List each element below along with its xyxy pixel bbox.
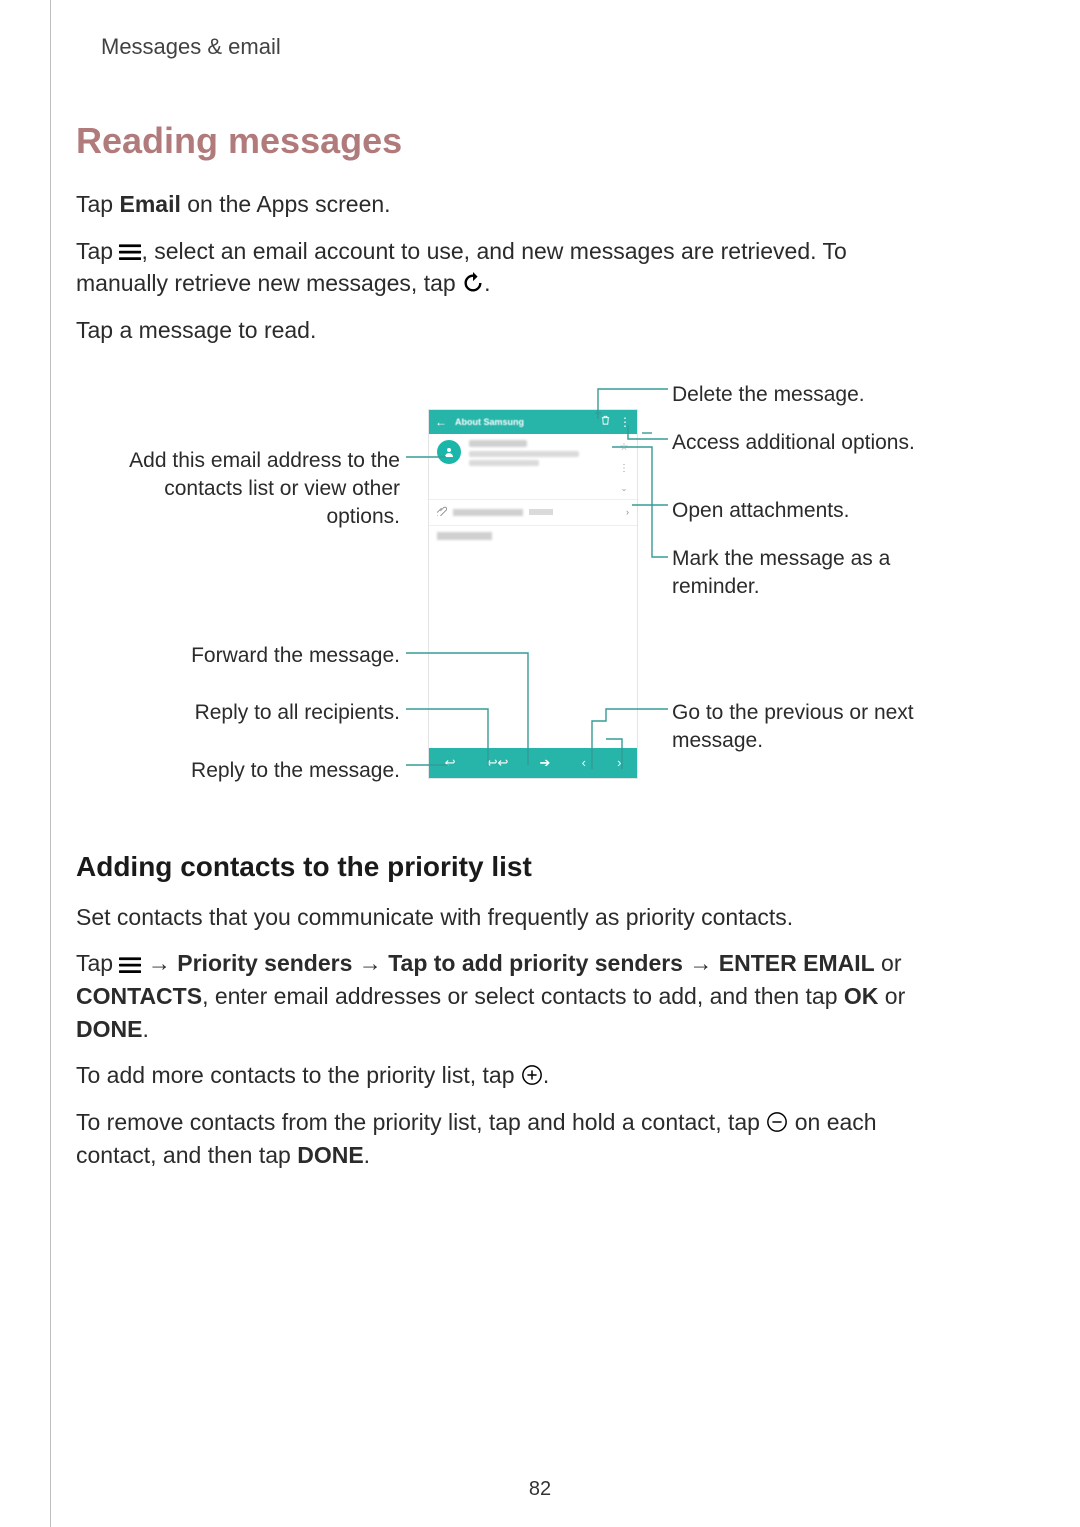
back-icon[interactable]: ←	[435, 415, 447, 429]
bold-text: ENTER EMAIL	[719, 950, 875, 976]
remove-circle-icon	[766, 1109, 788, 1129]
chevron-right-icon[interactable]: ›	[626, 507, 629, 517]
text: .	[364, 1142, 370, 1168]
paragraph-add-more: To add more contacts to the priority lis…	[76, 1059, 924, 1092]
phone-screenshot: ← About Samsung ⋮ ☆ ⋮ ⌄	[428, 409, 638, 779]
paragraph-tap-to-read: Tap a message to read.	[76, 314, 924, 347]
message-screen-diagram: ← About Samsung ⋮ ☆ ⋮ ⌄	[76, 369, 976, 789]
page-number: 82	[0, 1478, 1080, 1501]
callout-reminder: Mark the message as a reminder.	[672, 545, 932, 602]
add-circle-icon	[521, 1062, 543, 1082]
attachment-size-blur	[529, 509, 553, 515]
address-blur	[469, 451, 579, 457]
paragraph-priority-steps: Tap → Priority senders → Tap to add prio…	[76, 947, 924, 1045]
callout-attachments: Open attachments.	[672, 497, 849, 525]
avatar[interactable]	[437, 440, 461, 464]
callout-forward: Forward the message.	[184, 642, 400, 670]
paragraph-remove: To remove contacts from the priority lis…	[76, 1106, 924, 1171]
text: To add more contacts to the priority lis…	[76, 1062, 521, 1088]
paragraph-priority-intro: Set contacts that you communicate with f…	[76, 901, 924, 934]
text: Tap	[76, 191, 119, 217]
menu-icon	[119, 238, 141, 258]
bold-text: DONE	[76, 1016, 142, 1042]
app-bar-title: About Samsung	[455, 417, 524, 427]
reply-all-icon[interactable]: ↩↩	[487, 755, 509, 771]
body-blur	[437, 532, 492, 540]
date-blur	[469, 460, 539, 466]
text: .	[543, 1062, 549, 1088]
text: or	[875, 950, 902, 976]
subsection-title: Adding contacts to the priority list	[76, 851, 924, 883]
page-content: Messages & email Reading messages Tap Em…	[0, 0, 1000, 1171]
paperclip-icon	[437, 506, 447, 519]
menu-icon	[119, 950, 141, 970]
more-icon[interactable]: ⋮	[619, 415, 631, 429]
callout-delete: Delete the message.	[672, 381, 865, 409]
phone-app-bar: ← About Samsung ⋮	[429, 410, 637, 434]
page-margin-rule	[50, 0, 51, 1527]
expand-icon[interactable]: ⌄	[621, 484, 628, 493]
next-icon[interactable]: ›	[617, 755, 621, 770]
arrow-text: →	[352, 950, 388, 976]
sender-block	[469, 440, 579, 466]
callout-add-contact: Add this email address to the contacts l…	[98, 447, 400, 532]
text: To remove contacts from the priority lis…	[76, 1109, 766, 1135]
bold-text: Priority senders	[177, 950, 352, 976]
sender-name-blur	[469, 440, 527, 447]
callout-options: Access additional options.	[672, 429, 915, 457]
forward-icon[interactable]: ➔	[540, 755, 551, 771]
text: Tap	[76, 950, 119, 976]
arrow-text: →	[683, 950, 719, 976]
callout-prev-next: Go to the previous or next message.	[672, 699, 942, 756]
text: Tap	[76, 238, 119, 264]
refresh-icon	[462, 270, 484, 290]
trash-icon[interactable]	[600, 414, 611, 429]
prev-icon[interactable]: ‹	[582, 755, 586, 770]
bold-text: CONTACTS	[76, 983, 202, 1009]
bold-text: DONE	[297, 1142, 363, 1168]
attachments-row: ›	[429, 500, 637, 526]
paragraph-open-email: Tap Email on the Apps screen.	[76, 188, 924, 221]
bold-text: OK	[844, 983, 879, 1009]
sender-more-icon[interactable]: ⋮	[619, 463, 629, 474]
callout-reply-all: Reply to all recipients.	[184, 699, 400, 727]
text: or	[878, 983, 905, 1009]
text: , enter email addresses or select contac…	[202, 983, 844, 1009]
arrow-text: →	[141, 950, 177, 976]
section-title: Reading messages	[76, 120, 924, 162]
callout-reply: Reply to the message.	[184, 757, 400, 785]
attachment-name-blur	[453, 509, 523, 516]
reply-icon[interactable]: ↩	[445, 755, 456, 771]
phone-footer: ↩ ↩↩ ➔ ‹ ›	[429, 748, 637, 778]
header-actions: ☆ ⋮ ⌄	[619, 440, 629, 493]
message-header-row: ☆ ⋮ ⌄	[429, 434, 637, 500]
message-body	[429, 526, 637, 546]
bold-text: Tap to add priority senders	[388, 950, 683, 976]
text: .	[142, 1016, 148, 1042]
bold-text: Email	[119, 191, 180, 217]
star-icon[interactable]: ☆	[620, 442, 629, 453]
text: .	[484, 270, 490, 296]
paragraph-retrieve: Tap , select an email account to use, an…	[76, 235, 924, 300]
text: on the Apps screen.	[181, 191, 391, 217]
running-header: Messages & email	[101, 34, 924, 60]
